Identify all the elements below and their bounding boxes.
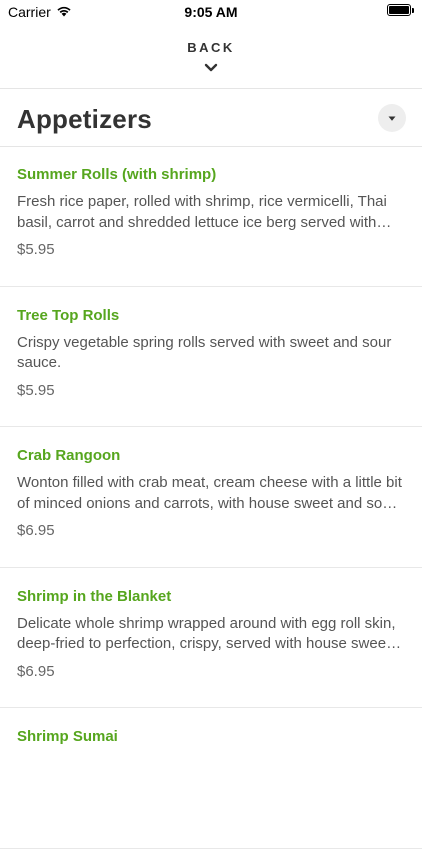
back-label: BACK <box>187 40 235 55</box>
menu-list: Summer Rolls (with shrimp) Fresh rice pa… <box>0 146 422 849</box>
item-name: Summer Rolls (with shrimp) <box>17 166 217 183</box>
menu-item[interactable]: Shrimp Sumai <box>0 708 422 849</box>
item-name: Tree Top Rolls <box>17 306 120 324</box>
battery-full-icon <box>387 4 411 16</box>
status-bar: Carrier 9:05 AM <box>0 0 422 24</box>
back-button[interactable]: BACK <box>0 30 422 86</box>
battery-tip <box>412 7 414 13</box>
item-price: $6.95 <box>17 522 55 539</box>
item-description: Delicate whole shrimp wrapped around wit… <box>17 614 396 653</box>
item-name: Shrimp in the Blanket <box>17 587 172 605</box>
menu-item[interactable]: Shrimp in the Blanket Delicate whole shr… <box>0 568 422 708</box>
section-toggle-button[interactable] <box>378 104 406 132</box>
item-description: Fresh rice paper, rolled with shrimp, ri… <box>17 193 387 231</box>
menu-item[interactable]: Summer Rolls (with shrimp) Fresh rice pa… <box>0 146 422 287</box>
item-price: $5.95 <box>17 381 55 399</box>
item-name: Shrimp Sumai <box>17 728 118 745</box>
caret-down-icon <box>387 109 397 127</box>
item-price: $6.95 <box>17 662 55 680</box>
menu-item[interactable]: Crab Rangoon Wonton filled with crab mea… <box>0 427 422 568</box>
section-title: Appetizers <box>17 104 152 134</box>
item-description: Crispy vegetable spring rolls served wit… <box>17 333 392 372</box>
menu-item[interactable]: Tree Top Rolls Crispy vegetable spring r… <box>0 287 422 427</box>
section-header: Appetizers <box>0 88 422 146</box>
item-description: Wonton filled with crab meat, cream chee… <box>17 474 402 512</box>
item-name: Crab Rangoon <box>17 447 121 464</box>
status-time: 9:05 AM <box>184 4 238 20</box>
item-price: $5.95 <box>17 241 55 258</box>
chevron-down-icon <box>0 59 422 77</box>
status-right <box>387 4 414 16</box>
